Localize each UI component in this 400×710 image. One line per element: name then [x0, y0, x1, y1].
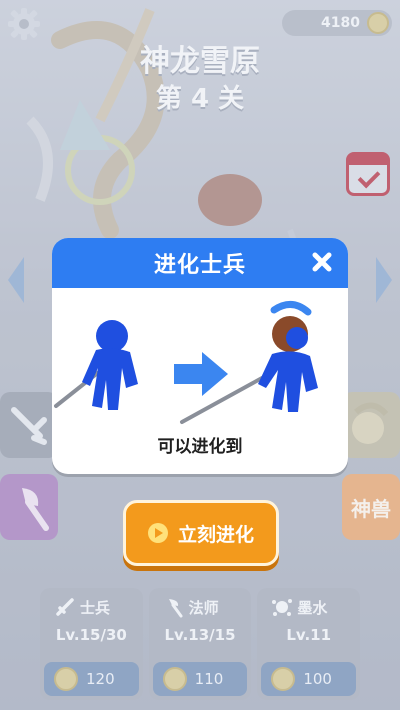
upgrade-card-soldier[interactable]: 士兵 Lv.15/30 120	[40, 588, 143, 700]
evolution-preview-art	[54, 301, 318, 424]
video-play-icon	[147, 523, 168, 543]
level-name: 神龙雪原	[140, 44, 260, 79]
axe-icon	[168, 599, 183, 618]
sword-icon	[11, 407, 47, 445]
dialog-title: 进化士兵	[153, 253, 246, 278]
helmet-shop-button[interactable]	[342, 392, 400, 458]
divine-beast-button[interactable]: 神兽	[342, 474, 400, 540]
upgrade-cost-button[interactable]: 110	[152, 662, 248, 696]
basic-soldier-figure	[54, 320, 138, 410]
upgrade-cards: 士兵 Lv.15/30 120 法师 Lv.13/15 110 墨水 Lv.11…	[40, 588, 361, 700]
coin-icon	[367, 12, 389, 34]
evolve-now-label: 立刻进化	[177, 523, 254, 546]
cost-value: 110	[194, 670, 224, 688]
helmet-icon	[352, 402, 389, 444]
evolve-now-button[interactable]: 立刻进化	[123, 500, 279, 566]
dialog-caption: 可以进化到	[157, 437, 243, 457]
upgrade-card-ink[interactable]: 墨水 Lv.11 100	[257, 588, 361, 700]
sword-icon	[56, 598, 74, 616]
close-icon[interactable]	[306, 246, 338, 278]
calendar-checkin-icon[interactable]	[346, 152, 390, 196]
card-level: Lv.11	[286, 626, 332, 644]
cost-value: 100	[303, 670, 332, 688]
axe-shop-button[interactable]	[0, 474, 58, 540]
upgrade-card-mage[interactable]: 法师 Lv.13/15 110	[148, 588, 252, 700]
level-number: 第 4 关	[155, 84, 245, 114]
coin-balance: 4180	[282, 10, 392, 36]
card-level: Lv.15/30	[55, 626, 127, 644]
next-level-arrow-icon[interactable]	[374, 255, 394, 305]
card-name: 士兵	[80, 598, 111, 617]
evolve-arrow-icon	[174, 352, 228, 396]
card-name: 墨水	[297, 598, 328, 617]
evolve-soldier-dialog: 进化士兵 可以进化到	[52, 238, 348, 474]
card-name: 法师	[188, 598, 219, 617]
cost-value: 120	[86, 670, 115, 688]
ink-splash-icon	[272, 599, 293, 616]
coin-count: 4180	[321, 15, 360, 31]
coin-icon	[271, 667, 296, 691]
card-level: Lv.13/15	[164, 626, 236, 644]
upgrade-cost-button[interactable]: 100	[261, 662, 357, 696]
prev-level-arrow-icon[interactable]	[6, 255, 26, 305]
axe-icon	[22, 488, 49, 531]
upgrade-cost-button[interactable]: 120	[44, 662, 139, 696]
dialog-header: 进化士兵	[52, 238, 348, 288]
coin-icon	[54, 667, 78, 691]
divine-beast-label: 神兽	[351, 496, 391, 521]
sword-shop-button[interactable]	[0, 392, 58, 458]
coin-icon	[162, 667, 187, 691]
